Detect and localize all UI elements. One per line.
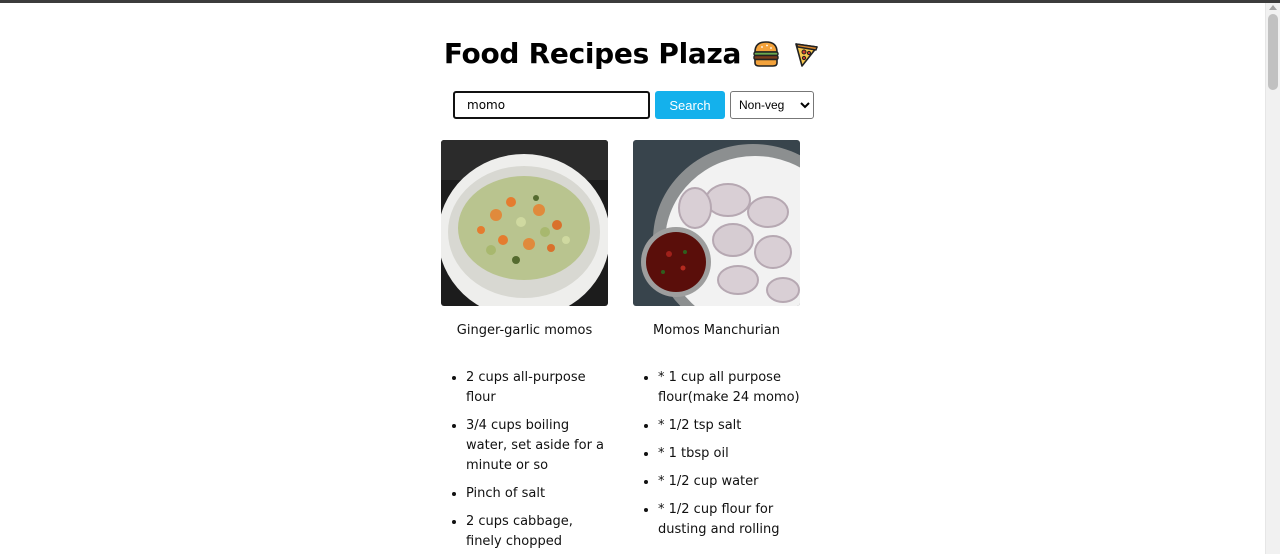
page-title-row: Food Recipes Plaza: [0, 37, 1265, 70]
recipe-card[interactable]: Momos Manchurian * 1 cup all purpose flo…: [633, 140, 800, 548]
page-title: Food Recipes Plaza: [443, 37, 742, 70]
ingredient-item: * 1/2 cup flour for dusting and rolling: [658, 500, 800, 540]
recipe-title: Momos Manchurian: [653, 323, 780, 338]
ingredient-item: 2 cups all-purpose flour: [466, 368, 608, 408]
recipe-card[interactable]: Ginger-garlic momos 2 cups all-purpose f…: [441, 140, 608, 560]
ingredient-item: * 1/2 tsp salt: [658, 416, 800, 436]
scrollbar-thumb[interactable]: [1268, 14, 1278, 90]
ingredient-item: * 1 tbsp oil: [658, 444, 800, 464]
burger-icon: [753, 40, 779, 67]
search-bar: Search Non-veg: [453, 91, 814, 119]
scroll-up-arrow-icon[interactable]: [1269, 5, 1277, 10]
ingredient-item: Pinch of salt: [466, 484, 608, 504]
diet-filter-select[interactable]: Non-veg: [730, 91, 814, 119]
ingredient-item: * 1/2 cup water: [658, 472, 800, 492]
ingredient-list: * 1 cup all purpose flour(make 24 momo) …: [633, 368, 800, 540]
window-top-border: [0, 0, 1280, 3]
recipe-image-momos-with-sauce: [633, 140, 800, 306]
pizza-icon: [795, 42, 818, 67]
recipe-title: Ginger-garlic momos: [456, 323, 593, 338]
recipe-image-cabbage-filling: [441, 140, 608, 306]
ingredient-item: * 1 cup all purpose flour(make 24 momo): [658, 368, 800, 408]
vertical-scrollbar[interactable]: [1265, 3, 1280, 554]
ingredient-item: 3/4 cups boiling water, set aside for a …: [466, 416, 608, 476]
ingredient-list: 2 cups all-purpose flour 3/4 cups boilin…: [441, 368, 608, 552]
ingredient-item: 2 cups cabbage, finely chopped: [466, 512, 608, 552]
search-input[interactable]: [453, 91, 650, 119]
search-button[interactable]: Search: [655, 91, 725, 119]
